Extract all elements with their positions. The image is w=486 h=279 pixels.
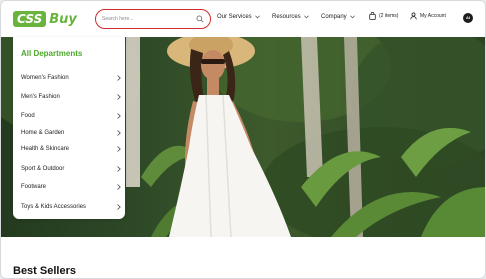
department-label: Sport & Outdoor (21, 166, 65, 172)
account-button[interactable]: My Account (410, 12, 446, 20)
header: CSS Buy Our Services Resources Company (1, 1, 485, 37)
logo[interactable]: CSS Buy (13, 10, 77, 28)
user-icon (410, 12, 417, 20)
chevron-right-icon (117, 166, 121, 172)
department-item[interactable]: Toys & Kids Accessories (21, 201, 121, 213)
search-box (95, 9, 211, 29)
department-item[interactable]: Food (21, 110, 121, 122)
chevron-right-icon (117, 75, 121, 81)
chevron-right-icon (117, 184, 121, 190)
chevron-down-icon (349, 15, 355, 19)
nav-our-services[interactable]: Our Services (217, 14, 260, 20)
cart-button[interactable]: (2 items) (369, 12, 398, 20)
best-sellers-heading: Best Sellers (13, 265, 76, 277)
department-item[interactable]: Women's Fashion (21, 72, 121, 84)
chevron-right-icon (117, 130, 121, 136)
nav-resources[interactable]: Resources (272, 14, 309, 20)
department-item[interactable]: Footware (21, 181, 121, 193)
nav-company-label: Company (321, 14, 347, 20)
department-label: Food (21, 113, 35, 119)
search-input[interactable] (102, 13, 194, 25)
logo-text: Buy (49, 11, 77, 27)
department-label: Toys & Kids Accessories (21, 204, 87, 210)
avatar[interactable]: AI (463, 13, 473, 23)
cart-count: (2 items) (379, 13, 399, 19)
department-label: Home & Garden (21, 130, 65, 136)
department-item[interactable]: Health & Skincare (21, 143, 121, 155)
chevron-right-icon (117, 94, 121, 100)
chevron-down-icon (303, 15, 309, 19)
department-item[interactable]: Men's Fashion (21, 91, 121, 103)
department-label: Men's Fashion (21, 94, 60, 100)
page-frame: CSS Buy Our Services Resources Company (0, 0, 486, 279)
department-item[interactable]: Sport & Outdoor (21, 163, 121, 175)
chevron-right-icon (117, 146, 121, 152)
nav-our-services-label: Our Services (217, 14, 252, 20)
department-item[interactable]: Home & Garden (21, 127, 121, 139)
departments-title[interactable]: All Departments (21, 49, 82, 58)
chevron-right-icon (117, 113, 121, 119)
chevron-right-icon (117, 204, 121, 210)
departments-panel: All Departments Women's Fashion Men's Fa… (13, 37, 125, 219)
logo-badge: CSS (13, 11, 47, 27)
department-label: Health & Skincare (21, 146, 70, 152)
department-label: Women's Fashion (21, 75, 69, 81)
search-icon[interactable] (196, 15, 204, 23)
department-label: Footware (21, 184, 47, 190)
shopping-bag-icon (369, 12, 376, 20)
nav-company[interactable]: Company (321, 14, 355, 20)
nav-resources-label: Resources (272, 14, 301, 20)
account-label: My Account (420, 13, 446, 19)
chevron-down-icon (254, 15, 260, 19)
